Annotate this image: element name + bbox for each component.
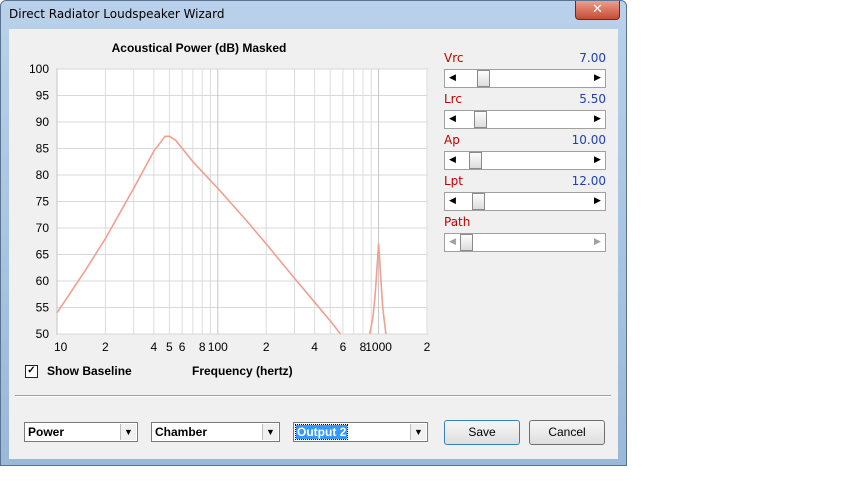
path-slider-thumb bbox=[460, 234, 473, 251]
lrc-slider[interactable]: ◀ ▶ bbox=[444, 110, 606, 129]
x-tick-label: 4 bbox=[311, 340, 318, 354]
x-tick-label: 6 bbox=[340, 340, 347, 354]
lpt-control: Lpt 12.00 ◀ ▶ bbox=[444, 174, 606, 215]
cancel-button[interactable]: Cancel bbox=[529, 420, 605, 445]
scroll-right-icon[interactable]: ▶ bbox=[590, 70, 605, 87]
lrc-label: Lrc bbox=[444, 92, 462, 106]
scroll-right-icon[interactable]: ▶ bbox=[590, 193, 605, 210]
lrc-slider-thumb[interactable] bbox=[473, 111, 487, 128]
y-tick-label: 60 bbox=[36, 274, 50, 288]
mode-dropdown[interactable]: Power ▼ bbox=[24, 422, 138, 442]
output-dropdown[interactable]: Output 2 ▼ bbox=[293, 422, 428, 442]
window-title: Direct Radiator Loudspeaker Wizard bbox=[9, 7, 225, 21]
scroll-right-icon[interactable]: ▶ bbox=[590, 152, 605, 169]
y-tick-label: 100 bbox=[29, 62, 49, 76]
vrc-slider[interactable]: ◀ ▶ bbox=[444, 69, 606, 88]
ap-slider[interactable]: ◀ ▶ bbox=[444, 151, 606, 170]
y-tick-label: 75 bbox=[36, 195, 50, 209]
close-button[interactable]: ✕ bbox=[575, 1, 620, 20]
scroll-left-icon[interactable]: ◀ bbox=[445, 111, 460, 128]
chevron-down-icon[interactable]: ▼ bbox=[262, 424, 278, 440]
title-bar: Direct Radiator Loudspeaker Wizard ✕ bbox=[1, 1, 626, 29]
vrc-slider-thumb[interactable] bbox=[477, 70, 491, 87]
lpt-slider-thumb[interactable] bbox=[471, 193, 485, 210]
x-tick-label: 8 bbox=[199, 340, 206, 354]
mode-dropdown-value: Power bbox=[28, 425, 65, 439]
x-tick-label: 5 bbox=[166, 340, 173, 354]
dialog-client-area: Acoustical Power (dB) Masked 100 95 90 85 80… bbox=[9, 29, 618, 459]
ap-label: Ap bbox=[444, 133, 460, 147]
chevron-down-icon[interactable]: ▼ bbox=[120, 424, 136, 440]
show-baseline-checkbox[interactable]: ✓ bbox=[25, 364, 38, 378]
lpt-slider[interactable]: ◀ ▶ bbox=[444, 192, 606, 211]
y-tick-label: 85 bbox=[36, 142, 50, 156]
y-tick-label: 50 bbox=[36, 327, 50, 341]
separator bbox=[15, 395, 611, 397]
x-tick-label: 2 bbox=[102, 340, 109, 354]
x-tick-label: 1000 bbox=[365, 340, 392, 354]
scroll-left-icon[interactable]: ◀ bbox=[445, 152, 460, 169]
x-axis-label: Frequency (hertz) bbox=[192, 364, 293, 378]
path-slider: ◀ ▶ bbox=[444, 233, 606, 252]
acoustic-power-chart: 10095908580757065605550 10 2 4 5 6 8 100 2 4 6 810… bbox=[29, 62, 431, 354]
lpt-value: 12.00 bbox=[571, 174, 606, 188]
show-baseline-label: Show Baseline bbox=[47, 364, 132, 378]
scroll-left-icon: ◀ bbox=[449, 237, 456, 247]
x-tick-label: 2 bbox=[263, 340, 270, 354]
y-tick-label: 95 bbox=[36, 89, 50, 103]
scroll-left-icon[interactable]: ◀ bbox=[445, 70, 460, 87]
save-button[interactable]: Save bbox=[444, 420, 520, 445]
y-tick-label: 55 bbox=[36, 301, 50, 315]
ap-value: 10.00 bbox=[571, 133, 606, 147]
ap-slider-thumb[interactable] bbox=[469, 152, 483, 169]
wizard-window: Direct Radiator Loudspeaker Wizard ✕ Aco… bbox=[0, 0, 627, 466]
y-tick-label: 65 bbox=[36, 248, 50, 262]
x-tick-label: 100 bbox=[208, 340, 228, 354]
output-dropdown-value: Output 2 bbox=[294, 424, 349, 440]
vrc-label: Vrc bbox=[444, 51, 464, 65]
path-label: Path bbox=[444, 215, 471, 229]
x-tick-label: 6 bbox=[179, 340, 186, 354]
x-tick-label: 10 bbox=[54, 340, 68, 354]
lpt-label: Lpt bbox=[444, 174, 464, 188]
x-tick-label: 4 bbox=[150, 340, 157, 354]
show-baseline-toggle[interactable]: ✓ Show Baseline bbox=[25, 364, 132, 378]
placement-dropdown-value: Chamber bbox=[155, 425, 208, 439]
ap-control: Ap 10.00 ◀ ▶ bbox=[444, 133, 606, 174]
vrc-value: 7.00 bbox=[579, 51, 606, 65]
scroll-right-icon[interactable]: ▶ bbox=[590, 111, 605, 128]
x-tick-label: 2 bbox=[424, 340, 431, 354]
scroll-right-icon: ▶ bbox=[594, 237, 601, 247]
chevron-down-icon[interactable]: ▼ bbox=[410, 424, 426, 440]
lrc-value: 5.50 bbox=[579, 92, 606, 106]
vrc-control: Vrc 7.00 ◀ ▶ bbox=[444, 51, 606, 92]
parameter-panel: Vrc 7.00 ◀ ▶ Lrc 5.50 ◀ ▶ Ap 10.00 ◀ ▶ L… bbox=[444, 51, 606, 256]
y-tick-label: 70 bbox=[36, 221, 50, 235]
y-tick-label: 80 bbox=[36, 168, 50, 182]
scroll-left-icon[interactable]: ◀ bbox=[445, 193, 460, 210]
lrc-control: Lrc 5.50 ◀ ▶ bbox=[444, 92, 606, 133]
y-tick-label: 90 bbox=[36, 115, 50, 129]
path-control: Path ◀ ▶ bbox=[444, 215, 606, 256]
placement-dropdown[interactable]: Chamber ▼ bbox=[151, 422, 280, 442]
